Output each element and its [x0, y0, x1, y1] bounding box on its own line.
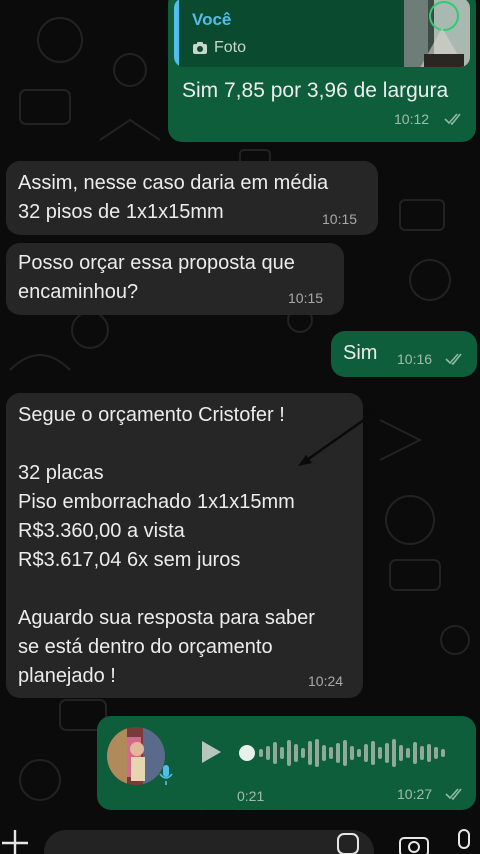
waveform-bar — [413, 742, 417, 764]
quote-type-label: Foto — [214, 39, 247, 56]
waveform-bar — [392, 739, 396, 767]
waveform-bar — [406, 748, 410, 758]
message-time: 10:27 — [397, 786, 433, 802]
mic-icon[interactable] — [454, 828, 474, 854]
waveform-bar — [266, 746, 270, 760]
waveform-bar — [420, 746, 424, 760]
waveform-bar — [322, 745, 326, 761]
waveform-bar — [357, 749, 361, 757]
quote-author: Você — [192, 10, 232, 29]
playback-knob[interactable] — [239, 745, 255, 761]
waveform-bars — [259, 738, 448, 768]
incoming-message-quote[interactable]: Segue o orçamento Cristofer ! 32 placas … — [6, 393, 363, 698]
play-icon[interactable] — [199, 739, 223, 765]
quoted-photo-preview[interactable]: Você Foto — [174, 0, 470, 67]
message-text: Assim, nesse caso daria em média 32 piso… — [18, 172, 329, 223]
waveform-bar — [287, 740, 291, 766]
message-text: Segue o orçamento Cristofer ! 32 placas … — [18, 404, 315, 687]
incoming-message[interactable]: Assim, nesse caso daria em média 32 piso… — [6, 161, 378, 235]
outgoing-message-reply[interactable]: Você Foto Sim 7,85 por 3,96 de largura 1… — [168, 0, 476, 142]
message-text: Sim — [343, 342, 378, 364]
waveform-bar — [315, 739, 319, 767]
message-text: Sim 7,85 por 3,96 de largura — [182, 79, 449, 102]
camera-icon[interactable] — [398, 832, 430, 854]
waveform-bar — [427, 744, 431, 762]
waveform-bar — [336, 743, 340, 763]
camera-icon — [193, 42, 207, 54]
quote-accent-bar — [174, 0, 179, 67]
waveform-bar — [364, 744, 368, 762]
waveform-bar — [378, 747, 382, 759]
waveform-bar — [259, 749, 263, 757]
waveform-bar — [371, 741, 375, 765]
voice-waveform[interactable] — [239, 738, 459, 768]
waveform-bar — [273, 742, 277, 764]
message-time: 10:24 — [308, 673, 344, 689]
voice-duration: 0:21 — [237, 788, 265, 804]
message-time: 10:12 — [394, 111, 430, 127]
message-input[interactable] — [44, 830, 374, 854]
quote-type: Foto — [192, 39, 246, 57]
double-check-icon — [445, 353, 462, 365]
waveform-bar — [434, 747, 438, 759]
sender-avatar — [107, 727, 165, 785]
incoming-message[interactable]: Posso orçar essa proposta que encaminhou… — [6, 243, 344, 315]
waveform-bar — [385, 743, 389, 763]
waveform-bar — [294, 744, 298, 762]
sticker-icon[interactable] — [336, 832, 360, 854]
mic-icon — [159, 765, 173, 785]
waveform-bar — [301, 748, 305, 758]
message-time: 10:16 — [397, 351, 433, 367]
waveform-bar — [350, 746, 354, 760]
waveform-bar — [441, 749, 445, 757]
composer-bar — [0, 818, 480, 854]
message-time: 10:15 — [288, 290, 324, 306]
double-check-icon — [445, 788, 462, 800]
quoted-photo-thumbnail — [404, 0, 470, 67]
message-time: 10:15 — [322, 211, 358, 227]
outgoing-message[interactable]: Sim 10:16 — [331, 331, 477, 377]
message-text: Posso orçar essa proposta que encaminhou… — [18, 252, 295, 303]
waveform-bar — [329, 747, 333, 759]
plus-icon[interactable] — [0, 828, 30, 854]
waveform-bar — [280, 747, 284, 759]
double-check-icon — [444, 113, 461, 125]
waveform-bar — [308, 741, 312, 765]
waveform-bar — [343, 740, 347, 766]
waveform-bar — [399, 745, 403, 761]
outgoing-voice-message[interactable]: 0:21 10:27 — [97, 716, 476, 810]
